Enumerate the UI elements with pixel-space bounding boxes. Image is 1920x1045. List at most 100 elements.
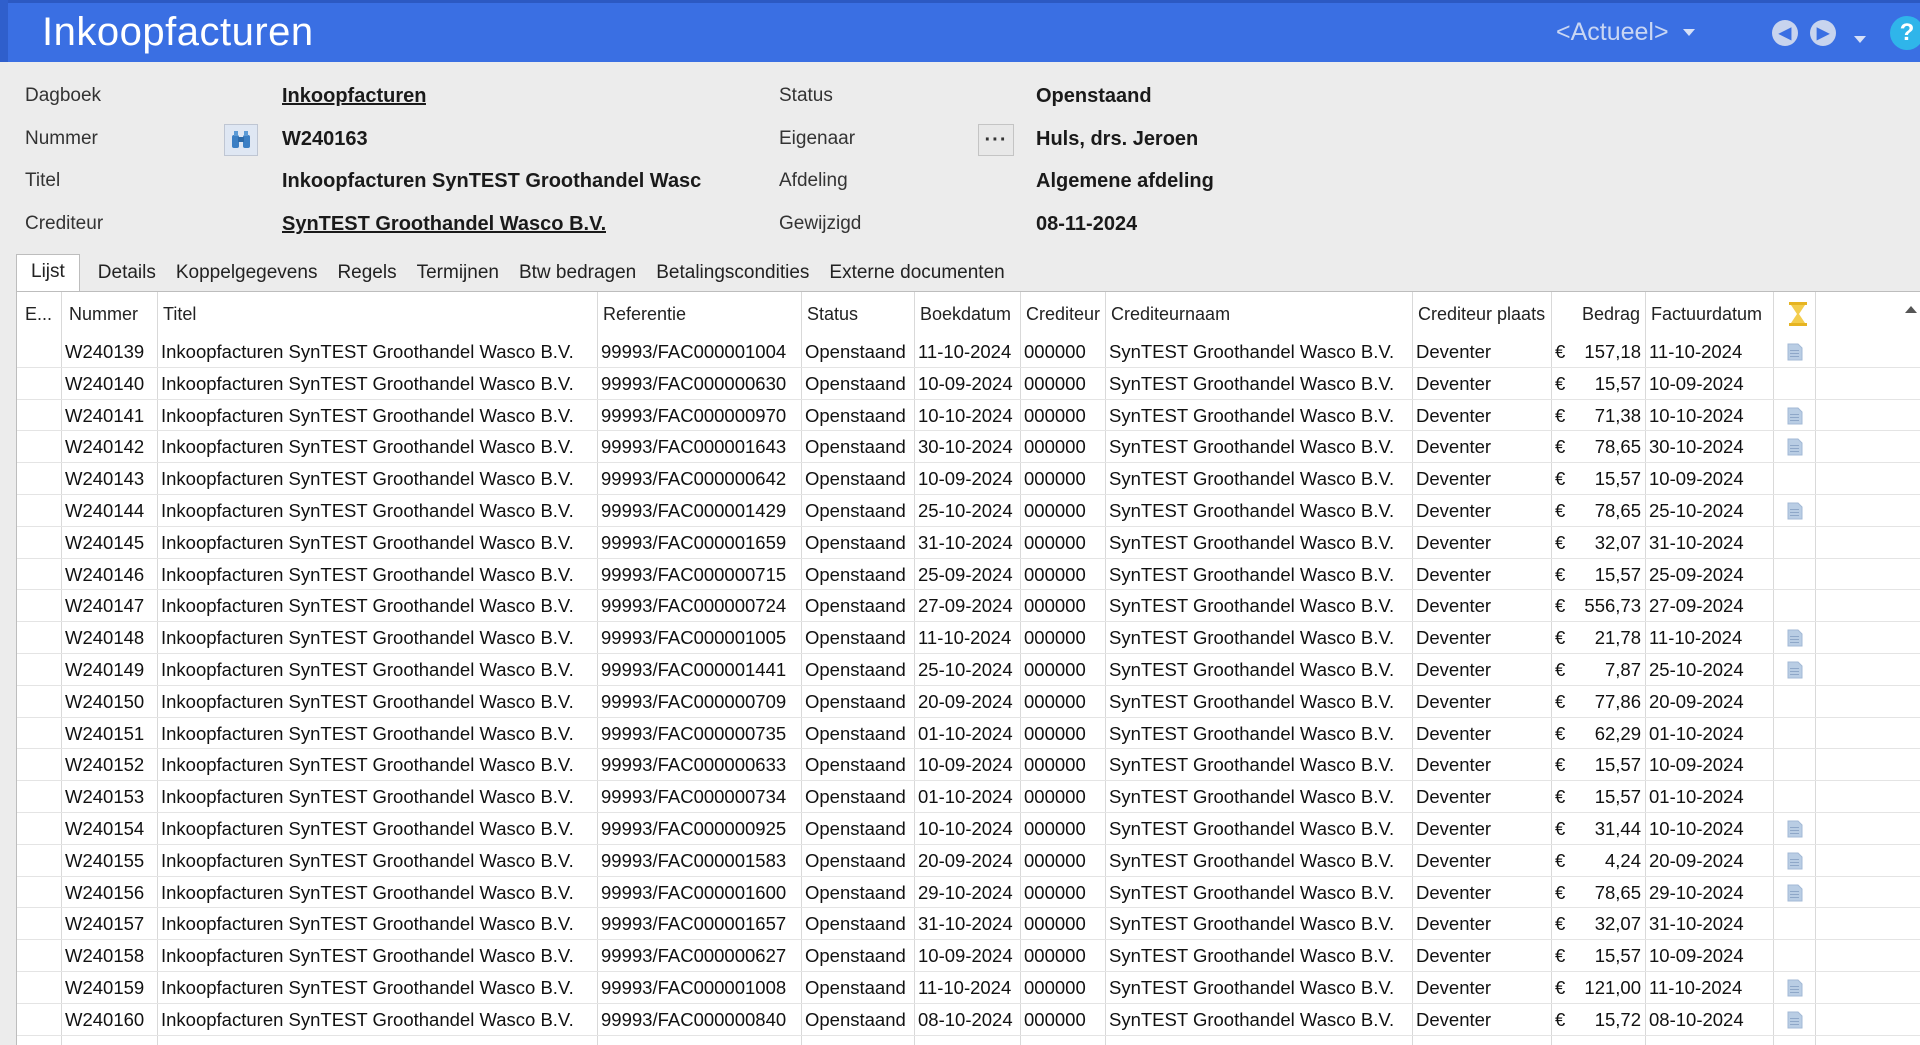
table-row[interactable]: W240151 Inkoopfacturen SynTEST Groothande… <box>17 718 1920 750</box>
cell-crediteur-plaats: Deventer <box>1416 436 1492 458</box>
document-icon[interactable] <box>1785 407 1805 425</box>
column-header-nummer[interactable]: Nummer <box>69 304 138 325</box>
column-header-crediteur-plaats[interactable]: Crediteur plaats <box>1418 304 1545 325</box>
cell-nummer: W240156 <box>65 881 145 903</box>
tab-lijst[interactable]: Lijst <box>16 254 80 292</box>
dagboek-link[interactable]: Inkoopfacturen <box>282 85 426 108</box>
table-row[interactable]: W240142 Inkoopfacturen SynTEST Groothande… <box>17 431 1920 464</box>
table-row[interactable]: W240153 Inkoopfacturen SynTEST Groothande… <box>17 781 1920 813</box>
column-header-titel[interactable]: Titel <box>163 304 196 325</box>
table-row[interactable]: W240141 Inkoopfacturen SynTEST Groothande… <box>17 400 1920 432</box>
tab-bar: Lijst Details Koppelgegevens Regels Term… <box>16 252 1015 292</box>
table-row[interactable]: W240159 Inkoopfacturen SynTEST Groothande… <box>17 972 1920 1004</box>
cell-referentie: 99993/FAC000001429 <box>601 499 787 521</box>
cell-valuta: € <box>1555 754 1566 776</box>
cell-boekdatum: 25-09-2024 <box>918 563 1013 585</box>
cell-bedrag: 121,00 <box>1584 976 1641 998</box>
table-row[interactable]: W240154 Inkoopfacturen SynTEST Groothande… <box>17 813 1920 845</box>
cell-status: Openstaand <box>805 404 906 426</box>
cell-crediteur: 000000 <box>1024 372 1086 394</box>
cell-crediteur: 000000 <box>1024 945 1086 967</box>
table-row[interactable]: W240158 Inkoopfacturen SynTEST Groothande… <box>17 940 1920 972</box>
table-row[interactable]: W240140 Inkoopfacturen SynTEST Groothande… <box>17 368 1920 400</box>
document-icon[interactable] <box>1785 852 1805 870</box>
period-dropdown[interactable]: <Actueel> <box>1556 18 1695 47</box>
tab-btw-bedragen[interactable]: Btw bedragen <box>509 262 646 292</box>
document-icon[interactable] <box>1785 629 1805 647</box>
cell-valuta: € <box>1555 881 1566 903</box>
cell-factuurdatum: 31-10-2024 <box>1649 913 1744 935</box>
cell-crediteurnaam: SynTEST Groothandel Wasco B.V. <box>1109 945 1395 967</box>
document-icon[interactable] <box>1785 884 1805 902</box>
column-header-crediteurnaam[interactable]: Crediteurnaam <box>1111 304 1230 325</box>
cell-valuta: € <box>1555 468 1566 490</box>
cell-bedrag: 15,72 <box>1594 1008 1641 1030</box>
table-row[interactable]: W240139 Inkoopfacturen SynTEST Groothande… <box>17 336 1920 368</box>
document-icon[interactable] <box>1785 820 1805 838</box>
tab-koppelgegevens[interactable]: Koppelgegevens <box>166 262 328 292</box>
cell-crediteur-plaats: Deventer <box>1416 531 1492 553</box>
document-icon[interactable] <box>1785 661 1805 679</box>
tab-details[interactable]: Details <box>88 262 166 292</box>
tab-regels[interactable]: Regels <box>327 262 406 292</box>
cell-crediteurnaam: SynTEST Groothandel Wasco B.V. <box>1109 627 1395 649</box>
cell-crediteur-plaats: Deventer <box>1416 658 1492 680</box>
column-header-referentie[interactable]: Referentie <box>603 304 686 325</box>
cell-nummer: W240155 <box>65 849 145 871</box>
cell-valuta: € <box>1555 404 1566 426</box>
document-icon[interactable] <box>1785 438 1805 456</box>
document-icon[interactable] <box>1785 1011 1805 1029</box>
cell-boekdatum: 11-10-2024 <box>918 341 1012 362</box>
table-row[interactable]: W240147 Inkoopfacturen SynTEST Groothande… <box>17 590 1920 623</box>
table-row[interactable]: W240146 Inkoopfacturen SynTEST Groothande… <box>17 559 1920 591</box>
cell-valuta: € <box>1555 849 1566 871</box>
eigenaar-more-button[interactable]: ··· <box>978 124 1014 156</box>
column-header-crediteur[interactable]: Crediteur <box>1026 304 1100 325</box>
cell-referentie: 99993/FAC000001659 <box>601 531 787 553</box>
table-row[interactable]: W240152 Inkoopfacturen SynTEST Groothande… <box>17 749 1920 782</box>
dagboek-label: Dagboek <box>25 85 102 106</box>
afdeling-label: Afdeling <box>779 170 848 191</box>
cell-nummer: W240159 <box>65 976 145 998</box>
nummer-lookup-button[interactable] <box>224 124 258 156</box>
crediteur-link[interactable]: SynTEST Groothandel Wasco B.V. <box>282 213 606 236</box>
cell-referentie: 99993/FAC000000709 <box>601 690 787 712</box>
column-header-boekdatum[interactable]: Boekdatum <box>920 304 1011 325</box>
table-row[interactable]: W240143 Inkoopfacturen SynTEST Groothande… <box>17 463 1920 495</box>
column-header-bedrag[interactable]: Bedrag <box>1582 304 1640 325</box>
table-row[interactable]: W240149 Inkoopfacturen SynTEST Groothande… <box>17 654 1920 686</box>
help-button[interactable]: ? <box>1890 16 1920 50</box>
nav-menu-button[interactable] <box>1854 30 1866 48</box>
table-row[interactable]: W240150 Inkoopfacturen SynTEST Groothande… <box>17 686 1920 718</box>
column-header-status[interactable]: Status <box>807 304 858 325</box>
hourglass-icon[interactable] <box>1787 301 1809 327</box>
cell-crediteurnaam: SynTEST Groothandel Wasco B.V. <box>1109 786 1395 808</box>
column-header-factuurdatum[interactable]: Factuurdatum <box>1651 304 1762 325</box>
back-button[interactable]: ◀ <box>1772 20 1798 46</box>
tab-betalingscondities[interactable]: Betalingscondities <box>646 262 819 292</box>
cell-status: Openstaand <box>805 913 906 935</box>
nummer-value: W240163 <box>282 128 368 150</box>
tab-termijnen[interactable]: Termijnen <box>407 262 509 292</box>
table-row[interactable]: W240148 Inkoopfacturen SynTEST Groothande… <box>17 622 1920 654</box>
table-row[interactable]: W240157 Inkoopfacturen SynTEST Groothande… <box>17 908 1920 941</box>
scroll-up-arrow-icon[interactable] <box>1905 306 1917 313</box>
cell-nummer: W240149 <box>65 658 145 680</box>
table-row[interactable]: W240155 Inkoopfacturen SynTEST Groothande… <box>17 845 1920 877</box>
forward-button[interactable]: ▶ <box>1810 20 1836 46</box>
table-row[interactable]: W240156 Inkoopfacturen SynTEST Groothande… <box>17 877 1920 909</box>
cell-nummer: W240146 <box>65 563 145 585</box>
cell-crediteurnaam: SynTEST Groothandel Wasco B.V. <box>1109 563 1395 585</box>
cell-crediteur: 000000 <box>1024 722 1086 744</box>
column-header-e[interactable]: E... <box>25 304 52 325</box>
document-icon[interactable] <box>1785 502 1805 520</box>
document-icon[interactable] <box>1785 343 1805 361</box>
cell-status: Openstaand <box>805 468 906 490</box>
table-row[interactable]: W240145 Inkoopfacturen SynTEST Groothande… <box>17 527 1920 559</box>
table-row[interactable]: W240160 Inkoopfacturen SynTEST Groothande… <box>17 1004 1920 1036</box>
cell-nummer: W240153 <box>65 786 145 808</box>
tab-externe-documenten[interactable]: Externe documenten <box>819 262 1014 292</box>
cell-bedrag: 15,57 <box>1594 563 1641 585</box>
document-icon[interactable] <box>1785 979 1805 997</box>
table-row[interactable]: W240144 Inkoopfacturen SynTEST Groothande… <box>17 495 1920 527</box>
